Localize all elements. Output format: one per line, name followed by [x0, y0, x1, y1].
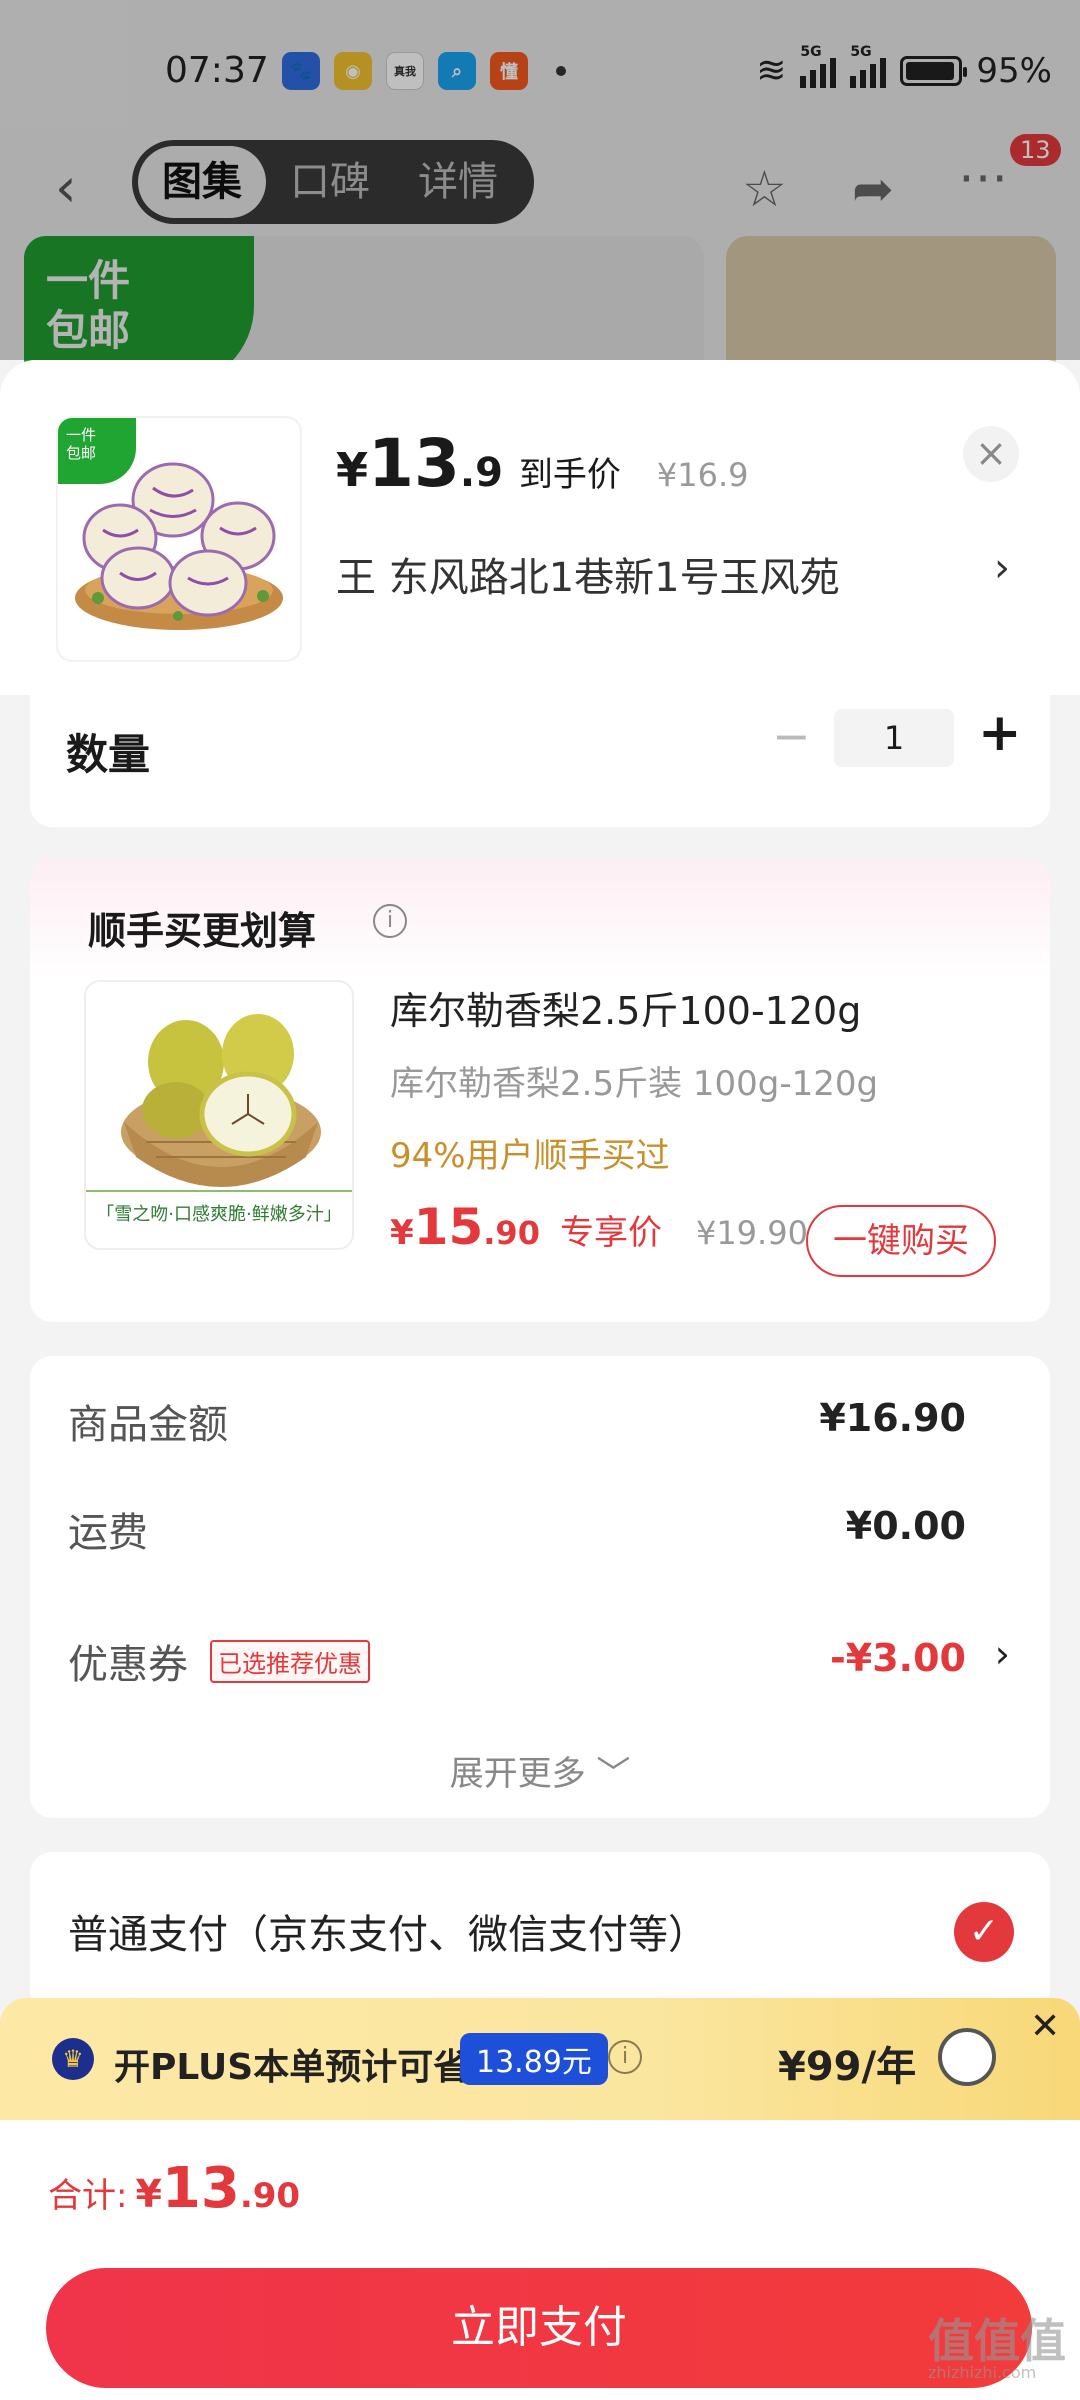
- shipping-value: ¥0.00: [845, 1504, 966, 1548]
- quantity-plus-button[interactable]: +: [978, 703, 1022, 763]
- upsell-buy-rate: 94%用户顺手买过: [390, 1136, 670, 1176]
- total-decimal: .90: [239, 2176, 301, 2216]
- upsell-price-currency: ¥: [390, 1213, 414, 1253]
- coupon-value[interactable]: -¥3.00: [830, 1636, 966, 1680]
- plus-price: ¥99/年: [778, 2044, 917, 2090]
- subtotal-label: 商品金额: [68, 1402, 228, 1448]
- price-currency: ¥: [336, 443, 369, 497]
- price-label: 到手价: [518, 455, 621, 495]
- checkout-footer: 合计: ¥ 13 .90 立即支付: [0, 2120, 1080, 2400]
- plus-promo-bar: ♛ 开PLUS本单预计可省 13.89元 i ¥99/年 ✕: [0, 1998, 1080, 2120]
- checkout-sheet: 一件 包邮 ¥ 13 .9 到手价 ¥16.9 × 王 东风路北1巷新1号玉风苑 …: [0, 360, 1080, 2400]
- delivery-address[interactable]: 王 东风路北1巷新1号玉风苑: [336, 545, 840, 603]
- total-integer: 13: [161, 2156, 240, 2221]
- shipping-label: 运费: [68, 1510, 148, 1556]
- crown-icon: ♛: [52, 2038, 94, 2080]
- background-page: 07:37 🐾 ◉ 真我 ⌕ 懂 ≋ 5G 5G 95% ‹ 图集 口碑 详情 …: [0, 0, 1080, 396]
- product-price-row: ¥ 13 .9 到手价 ¥16.9: [336, 425, 749, 502]
- coupon-label[interactable]: 优惠券: [68, 1632, 188, 1690]
- payment-method-card: 普通支付（京东支付、微信支付等） ✓: [30, 1852, 1050, 2012]
- watermark-logo: 值值值 zhizhizhi.com: [928, 2314, 1066, 2382]
- upsell-item-spec: 库尔勒香梨2.5斤装 100g-120g: [390, 1064, 879, 1104]
- product-thumbnail: 一件 包邮: [58, 418, 300, 660]
- price-decimal: .9: [459, 450, 503, 496]
- address-chevron-icon[interactable]: ›: [994, 545, 1010, 591]
- subtotal-value: ¥16.90: [819, 1396, 966, 1440]
- upsell-price-label: 专享价: [559, 1213, 662, 1253]
- info-icon[interactable]: i: [373, 904, 407, 938]
- upsell-image-caption: 「雪之吻·口感爽脆·鲜嫩多汁」: [86, 1190, 352, 1226]
- plus-radio-toggle[interactable]: [938, 2028, 996, 2086]
- upsell-price-row: ¥ 15 .90 专享价 ¥19.90: [390, 1198, 808, 1256]
- price-integer: 13: [368, 425, 460, 502]
- thumbnail-free-shipping-tag: 一件 包邮: [58, 418, 136, 484]
- one-click-buy-button[interactable]: 一键购买: [806, 1205, 996, 1277]
- payment-method-label[interactable]: 普通支付（京东支付、微信支付等）: [68, 1902, 708, 1960]
- coupon-selected-badge: 已选推荐优惠: [210, 1640, 370, 1683]
- quantity-label: 数量: [66, 730, 151, 779]
- total-row: 合计: ¥ 13 .90: [48, 2156, 300, 2221]
- plus-info-icon[interactable]: i: [608, 2040, 642, 2074]
- original-price: ¥16.9: [656, 456, 749, 494]
- pay-now-button[interactable]: 立即支付: [46, 2268, 1032, 2388]
- plus-save-amount: 13.89元: [460, 2033, 608, 2085]
- upsell-item-name[interactable]: 库尔勒香梨2.5斤100-120g: [390, 980, 861, 1035]
- coupon-chevron-icon[interactable]: ›: [995, 1632, 1010, 1676]
- upsell-title: 顺手买更划算: [88, 909, 317, 953]
- check-icon[interactable]: ✓: [954, 1902, 1014, 1962]
- total-label: 合计:: [48, 2176, 128, 2216]
- total-currency: ¥: [135, 2172, 162, 2216]
- plus-close-icon[interactable]: ✕: [1030, 2006, 1060, 2047]
- quantity-input[interactable]: 1: [834, 709, 954, 767]
- upsell-card: 顺手买更划算 i 「雪之吻·口感爽脆·鲜嫩多汁」 库尔勒香梨2.5斤100-12…: [30, 860, 1050, 1322]
- upsell-price-integer: 15: [413, 1198, 484, 1256]
- upsell-original-price: ¥19.90: [695, 1214, 808, 1252]
- overlay-dim[interactable]: [0, 0, 1080, 360]
- sheet-header: 一件 包邮 ¥ 13 .9 到手价 ¥16.9 × 王 东风路北1巷新1号玉风苑 …: [0, 360, 1080, 695]
- quantity-minus-button[interactable]: −: [772, 709, 811, 763]
- expand-more-button[interactable]: 展开更多 ﹀: [30, 1746, 1050, 1795]
- upsell-item-image[interactable]: 「雪之吻·口感爽脆·鲜嫩多汁」: [84, 980, 354, 1250]
- plus-promo-text: 开PLUS本单预计可省: [114, 2047, 470, 2088]
- order-summary-card: 商品金额 ¥16.90 运费 ¥0.00 优惠券 已选推荐优惠 -¥3.00 ›…: [30, 1356, 1050, 1818]
- upsell-price-decimal: .90: [483, 1214, 540, 1252]
- quantity-card: 数量 − 1 +: [30, 695, 1050, 827]
- close-icon[interactable]: ×: [963, 426, 1019, 482]
